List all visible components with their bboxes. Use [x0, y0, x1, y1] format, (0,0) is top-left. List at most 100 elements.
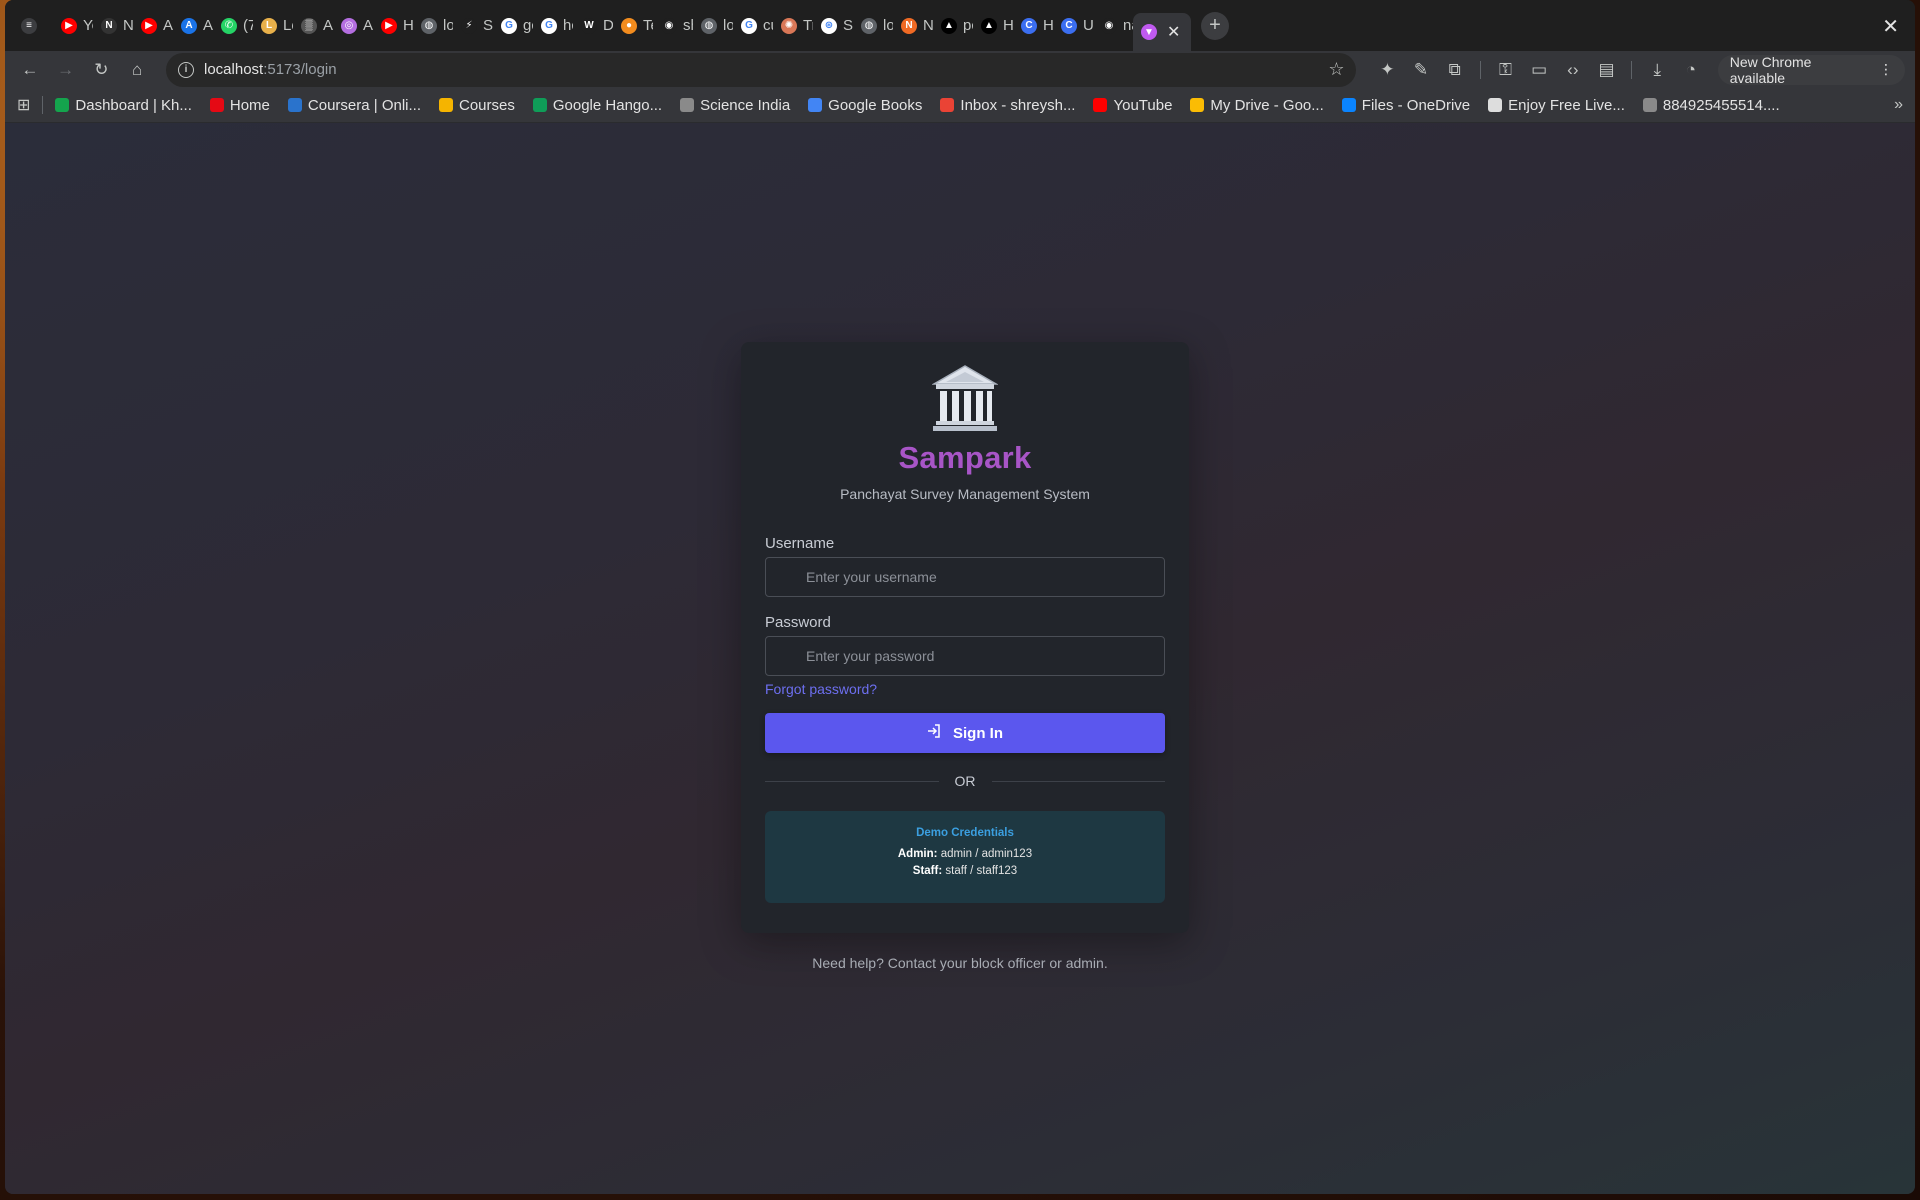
bookmark-item[interactable]: Home	[209, 97, 270, 114]
key-icon[interactable]: ⚿	[1491, 55, 1521, 85]
tab-22[interactable]: N Na	[893, 9, 933, 43]
username-input[interactable]	[806, 569, 1164, 585]
window-close-icon[interactable]: ✕	[1882, 14, 1899, 39]
layout-icon[interactable]: ▤	[1592, 55, 1622, 85]
tab-strip: ≡▶YoNNa▶AsAAn✆(7:LLe▒Ag◎As▶Hc◍loc⚡SuGgcG…	[5, 0, 1915, 51]
tab-11[interactable]: ⚡ Su	[453, 9, 493, 43]
bank-building-icon	[765, 364, 1165, 434]
reload-icon[interactable]: ↻	[87, 55, 117, 85]
bookmark-label: 884925455514....	[1662, 96, 1780, 114]
tab-title: Ur	[1083, 17, 1093, 34]
tab-26[interactable]: C Ur	[1053, 9, 1093, 43]
apps-grid-icon[interactable]: ⊞	[17, 95, 30, 115]
tab-14[interactable]: W Dc	[573, 9, 613, 43]
back-icon[interactable]: ←	[15, 55, 45, 85]
bookmark-item[interactable]: Files - OneDrive	[1341, 96, 1471, 114]
tab-title: Yo	[83, 17, 93, 34]
bookmark-item[interactable]: Courses	[439, 97, 515, 114]
tab-25[interactable]: C Hc	[1013, 9, 1053, 43]
close-tab-icon[interactable]: ✕	[1167, 22, 1180, 42]
bookmark-label: Files - OneDrive	[1361, 96, 1471, 114]
tab-title: cu	[763, 17, 773, 34]
bookmark-item[interactable]: YouTube	[1093, 97, 1172, 114]
tab-5[interactable]: ✆ (7:	[213, 9, 253, 43]
tab-3[interactable]: ▶ As	[133, 9, 173, 43]
tab-title: Hc	[1043, 17, 1053, 34]
tab-17[interactable]: ◍ loc	[693, 9, 733, 43]
address-bar[interactable]: i localhost:5173/login ☆	[166, 52, 1357, 87]
tab-title: Na	[123, 17, 133, 34]
bookmark-item[interactable]: 884925455514....	[1642, 96, 1780, 114]
bookmark-item[interactable]: Google Hango...	[532, 97, 662, 114]
tab-active[interactable]: ▼ ✕	[1133, 13, 1191, 51]
tab-favicon-icon: W	[581, 17, 597, 34]
tab-8[interactable]: ◎ As	[333, 9, 373, 43]
tab-1[interactable]: ▶ Yo	[53, 9, 93, 43]
sign-in-button[interactable]: Sign In	[765, 713, 1165, 753]
bookmark-favicon-icon	[940, 98, 955, 112]
tab-favicon-icon: ◉	[661, 17, 677, 34]
browser-toolbar: ← → ↻ ⌂ i localhost:5173/login ☆ ✦ ✎ ⧉ ⚿…	[5, 51, 1915, 88]
bookmark-item[interactable]: Dashboard | Kh...	[55, 97, 192, 114]
puzzle-icon[interactable]: ⧉	[1440, 55, 1470, 85]
bookmark-label: Coursera | Onli...	[307, 96, 421, 114]
tab-favicon-icon: L	[261, 17, 277, 34]
new-tab-button[interactable]: +	[1201, 11, 1229, 40]
tab-favicon-icon: N	[901, 17, 917, 34]
tab-20[interactable]: ⊛ S a	[813, 9, 853, 43]
menu-dots-icon: ⋮	[1878, 61, 1893, 77]
tab-10[interactable]: ◍ loc	[413, 9, 453, 43]
bookmark-item[interactable]: My Drive - Goo...	[1190, 97, 1324, 114]
tab-6[interactable]: L Le	[253, 9, 293, 43]
or-label: OR	[954, 773, 976, 789]
bookmark-item[interactable]: Coursera | Onli...	[287, 96, 421, 114]
tab-title: As	[163, 17, 173, 34]
tab-0[interactable]: ≡	[13, 9, 53, 43]
bookmark-star-icon[interactable]: ☆	[1328, 59, 1344, 80]
extension-icon[interactable]: ✦	[1372, 55, 1402, 85]
demo-admin-role: Admin:	[897, 848, 938, 860]
tab-7[interactable]: ▒ Ag	[293, 9, 333, 43]
tab-9[interactable]: ▶ Hc	[373, 9, 413, 43]
bookmark-item[interactable]: Google Books	[808, 97, 922, 114]
bookmark-label: Science India	[700, 96, 791, 114]
bookmark-item[interactable]: Enjoy Free Live...	[1488, 97, 1625, 114]
tab-18[interactable]: Gcu	[733, 9, 773, 43]
bookmark-label: Courses	[459, 96, 515, 114]
eyedropper-icon[interactable]: ✎	[1406, 55, 1436, 85]
help-text: Need help? Contact your block officer or…	[812, 955, 1108, 971]
tab-favicon-icon: ▶	[141, 17, 157, 34]
tab-16[interactable]: ◉ sh	[653, 9, 693, 43]
tab-4[interactable]: A An	[173, 9, 213, 43]
forward-icon[interactable]: →	[51, 55, 81, 85]
login-card: Sampark Panchayat Survey Management Syst…	[741, 342, 1189, 933]
tab-15[interactable]: ● Te	[613, 9, 653, 43]
more-bookmarks-icon[interactable]: »	[1894, 96, 1903, 114]
card-icon[interactable]: ▭	[1524, 55, 1554, 85]
password-input[interactable]	[806, 648, 1164, 664]
tab-19[interactable]: ✺ Tr	[773, 9, 813, 43]
bookmark-favicon-icon	[55, 98, 70, 112]
tab-title: S a	[843, 17, 853, 34]
bookmark-favicon-icon	[680, 98, 695, 112]
tab-2[interactable]: N Na	[93, 9, 133, 43]
tab-13[interactable]: Ghc	[533, 9, 573, 43]
forgot-password-link[interactable]: Forgot password?	[765, 681, 877, 697]
profile-icon[interactable]: ◔	[1676, 55, 1706, 85]
tab-favicon-icon: G	[741, 17, 757, 34]
tab-23[interactable]: ▲ pc	[933, 9, 973, 43]
download-icon[interactable]: ⤓	[1642, 55, 1672, 85]
tab-21[interactable]: ◍ loc	[853, 9, 893, 43]
tab-favicon-icon: G	[541, 17, 557, 34]
tab-24[interactable]: ▲ Hc	[973, 9, 1013, 43]
tab-27[interactable]: ◉ na	[1093, 9, 1133, 43]
tab-favicon-icon: ▶	[381, 17, 397, 34]
site-info-icon[interactable]: i	[178, 61, 194, 78]
bookmark-item[interactable]: Inbox - shreysh...	[940, 97, 1075, 114]
code-icon[interactable]: ‹›	[1558, 55, 1588, 85]
new-chrome-available-button[interactable]: New Chrome available ⋮	[1717, 54, 1905, 86]
url-text[interactable]: localhost:5173/login	[204, 61, 1318, 78]
bookmark-item[interactable]: Science India	[680, 97, 790, 114]
home-icon[interactable]: ⌂	[122, 55, 152, 85]
tab-12[interactable]: Ggc	[493, 9, 533, 43]
